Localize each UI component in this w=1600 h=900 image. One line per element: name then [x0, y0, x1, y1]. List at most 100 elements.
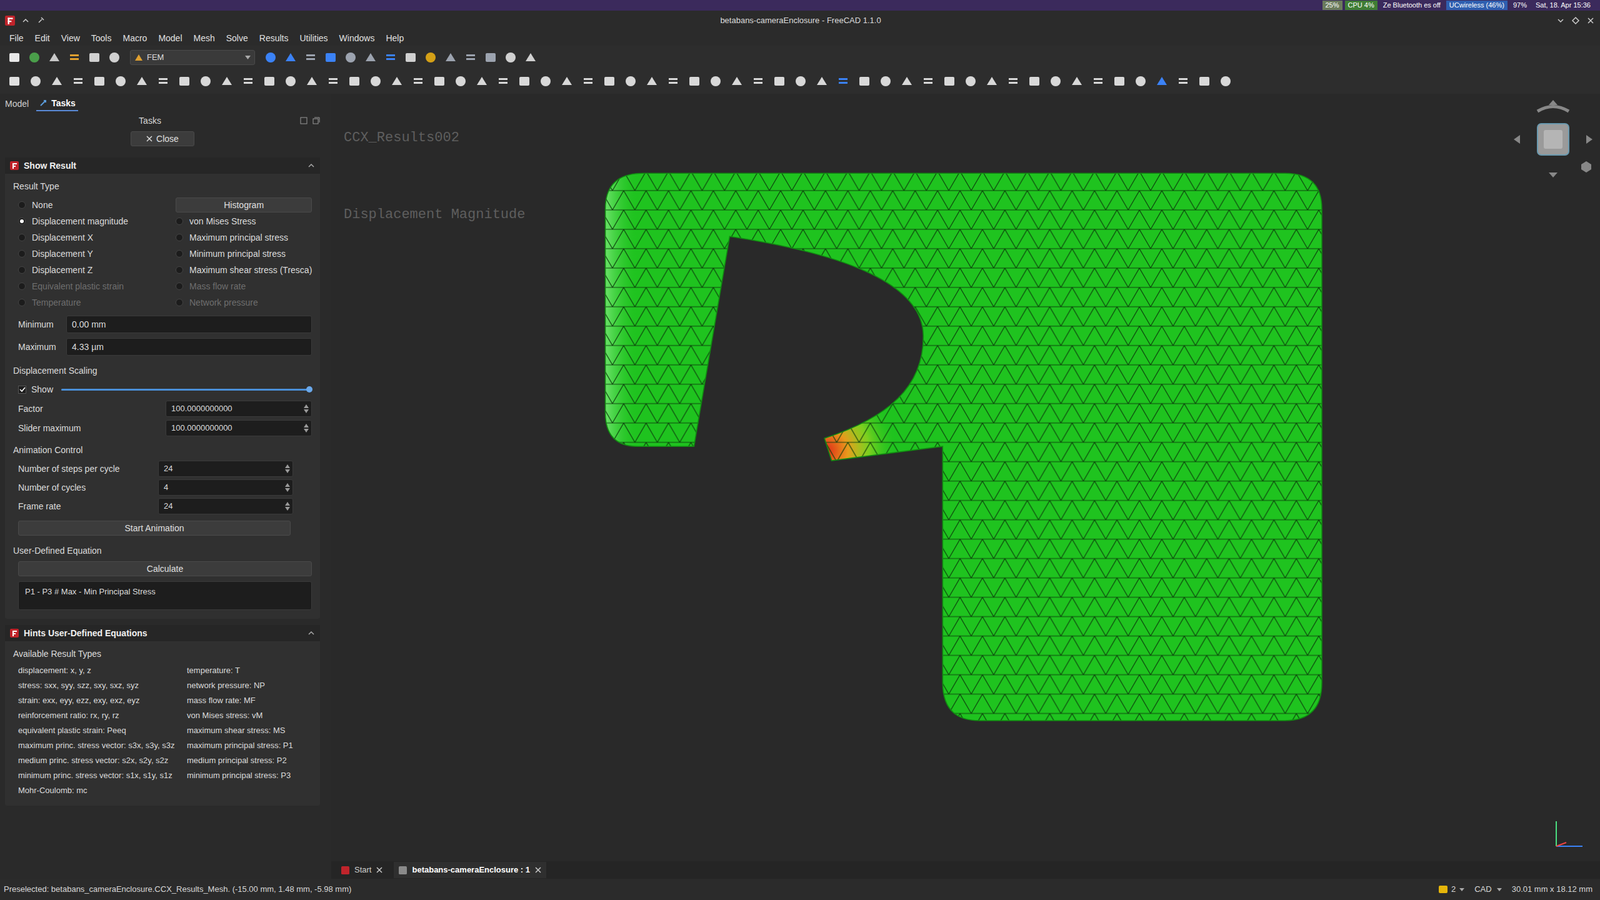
calculate-button[interactable]: Calculate [18, 561, 312, 577]
tool-icon[interactable] [751, 74, 765, 89]
result-type-radio[interactable]: Minimum principal stress [175, 245, 312, 262]
tool-icon[interactable] [1176, 74, 1190, 89]
tool-icon[interactable] [198, 74, 213, 89]
tool-icon[interactable] [368, 74, 383, 89]
tool-icon[interactable] [581, 74, 595, 89]
tool-icon[interactable] [921, 74, 935, 89]
tool-icon[interactable] [343, 50, 358, 65]
tool-icon[interactable] [1091, 74, 1105, 89]
pin-icon[interactable] [36, 16, 45, 25]
menu-item[interactable]: Results [253, 31, 295, 45]
menu-item[interactable]: Model [152, 31, 188, 45]
document-tab[interactable]: betabans-cameraEnclosure : 1 [393, 861, 547, 879]
tool-icon[interactable] [602, 74, 617, 89]
tool-icon[interactable] [423, 50, 438, 65]
tool-icon[interactable] [475, 74, 489, 89]
equation-field[interactable]: P1 - P3 # Max - Min Principal Stress [18, 581, 312, 610]
tool-icon[interactable] [793, 74, 808, 89]
menu-item[interactable]: Macro [116, 31, 153, 45]
tool-icon[interactable] [857, 74, 872, 89]
tool-icon[interactable] [305, 74, 319, 89]
float-icon[interactable] [300, 116, 308, 125]
tool-icon[interactable] [303, 50, 318, 65]
tool-icon[interactable] [27, 50, 42, 65]
tool-icon[interactable] [177, 74, 192, 89]
tool-icon[interactable] [1048, 74, 1063, 89]
result-type-radio[interactable]: Maximum shear stress (Tresca) [175, 261, 312, 279]
tool-icon[interactable] [50, 74, 64, 89]
tool-icon[interactable] [443, 50, 458, 65]
animation-spinbox[interactable]: 4 [158, 479, 294, 496]
tool-icon[interactable] [1112, 74, 1127, 89]
tool-icon[interactable] [383, 50, 398, 65]
tool-icon[interactable] [523, 50, 538, 65]
menu-item[interactable]: Edit [29, 31, 56, 45]
close-window-icon[interactable] [1586, 16, 1595, 25]
system-indicator[interactable]: 97% [1510, 0, 1530, 10]
maximize-icon[interactable] [1571, 16, 1580, 25]
tool-icon[interactable] [262, 74, 277, 89]
tool-icon[interactable] [326, 74, 340, 89]
close-tab-icon[interactable] [535, 866, 542, 874]
system-indicator[interactable]: CPU 4% [1345, 0, 1378, 10]
tool-icon[interactable] [113, 74, 128, 89]
tool-icon[interactable] [220, 74, 234, 89]
3d-view[interactable]: CCX_Results002Displacement Magnitude [331, 93, 1600, 862]
tool-icon[interactable] [7, 74, 22, 89]
tool-icon[interactable] [878, 74, 893, 89]
tool-icon[interactable] [403, 50, 418, 65]
menu-item[interactable]: View [55, 31, 86, 45]
document-tab[interactable]: Start [336, 861, 388, 879]
navigation-cube-icon[interactable] [1512, 98, 1594, 180]
down-arrow-icon[interactable] [303, 428, 309, 433]
scale-slider[interactable] [61, 385, 310, 394]
tool-icon[interactable] [283, 50, 298, 65]
collapse-icon[interactable] [307, 161, 315, 170]
up-arrow-icon[interactable] [285, 483, 290, 487]
result-type-radio[interactable]: Maximum principal stress [175, 229, 312, 246]
tool-icon[interactable] [560, 74, 574, 89]
scale-spinbox[interactable]: 100.0000000000 [165, 420, 312, 437]
tool-icon[interactable] [241, 74, 255, 89]
panel-tab[interactable]: Tasks [36, 96, 79, 112]
tool-icon[interactable] [135, 74, 149, 89]
menu-item[interactable]: Solve [220, 31, 254, 45]
dropdown-arrow-icon[interactable] [1496, 888, 1502, 892]
navigation-style[interactable]: CAD [1474, 883, 1492, 896]
close-tab-icon[interactable] [376, 866, 383, 874]
down-arrow-icon[interactable] [303, 409, 309, 414]
menu-item[interactable]: Windows [333, 31, 381, 45]
collapse-icon[interactable] [307, 629, 315, 637]
up-arrow-icon[interactable] [303, 404, 309, 409]
tool-icon[interactable] [517, 74, 532, 89]
result-type-radio[interactable]: Displacement Z [18, 261, 176, 279]
system-indicator[interactable]: 25% [1322, 0, 1343, 10]
system-indicator[interactable]: Ze Bluetooth es off [1380, 0, 1444, 10]
tool-icon[interactable] [71, 74, 85, 89]
down-arrow-icon[interactable] [285, 506, 290, 511]
tool-icon[interactable] [1070, 74, 1084, 89]
tool-icon[interactable] [772, 74, 787, 89]
show-checkbox[interactable] [18, 385, 27, 394]
panel-tab[interactable]: Model [2, 96, 32, 112]
tool-icon[interactable] [645, 74, 659, 89]
result-type-radio[interactable]: Displacement X [18, 229, 176, 246]
tool-icon[interactable] [390, 74, 404, 89]
menu-item[interactable]: Tools [85, 31, 118, 45]
animation-spinbox[interactable]: 24 [158, 498, 294, 515]
histogram-button[interactable]: Histogram [175, 197, 312, 213]
up-arrow-icon[interactable] [285, 501, 290, 506]
tool-icon[interactable] [496, 74, 510, 89]
tool-icon[interactable] [538, 74, 553, 89]
tool-icon[interactable] [323, 50, 338, 65]
section-header[interactable]: Show Result [5, 157, 320, 174]
tool-icon[interactable] [1133, 74, 1148, 89]
restore-icon[interactable] [312, 116, 320, 125]
tool-icon[interactable] [483, 50, 498, 65]
tool-icon[interactable] [963, 74, 978, 89]
tool-icon[interactable] [1006, 74, 1020, 89]
tool-icon[interactable] [347, 74, 362, 89]
start-animation-button[interactable]: Start Animation [18, 520, 291, 536]
menu-item[interactable]: Mesh [188, 31, 221, 45]
tool-icon[interactable] [1155, 74, 1169, 89]
